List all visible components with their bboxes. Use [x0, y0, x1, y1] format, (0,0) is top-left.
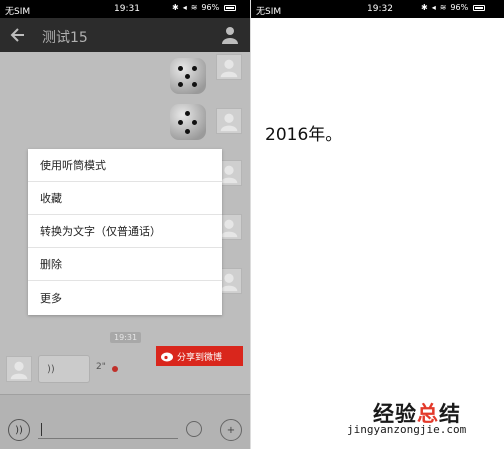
- chat-title: 测试15: [42, 30, 88, 46]
- status-icons: ✱ ◂ ≋ 96%: [421, 3, 486, 12]
- right-phone-screen: 无SIM 19:32 ✱ ◂ ≋ 96% 2016年。 经验总结 jingyan…: [250, 0, 504, 449]
- menu-item-delete[interactable]: 删除: [28, 248, 222, 281]
- chat-header: 测试15: [0, 18, 250, 52]
- battery-percent: 96%: [201, 3, 220, 12]
- message-input[interactable]: [38, 421, 178, 439]
- battery-icon: [473, 4, 486, 11]
- voice-toggle-icon[interactable]: )): [8, 419, 30, 441]
- input-bar: )) +: [0, 394, 250, 449]
- bluetooth-icon: ✱: [172, 3, 179, 12]
- wifi-icon: ≋: [190, 3, 198, 12]
- wifi-icon: ≋: [439, 3, 447, 12]
- bluetooth-icon: ✱: [421, 3, 428, 12]
- voice-duration: 2": [96, 362, 106, 372]
- status-bar: 无SIM 19:31 ✱ ◂ ≋ 96%: [0, 0, 250, 18]
- voice-message-bubble[interactable]: )): [38, 355, 90, 383]
- avatar[interactable]: [216, 54, 242, 80]
- status-time: 19:32: [367, 4, 393, 14]
- menu-item-convert-to-text[interactable]: 转换为文字（仅普通话）: [28, 215, 222, 248]
- watermark-url: jingyanzongjie.com: [347, 423, 467, 436]
- status-icons: ✱ ◂ ≋ 96%: [172, 3, 237, 12]
- context-menu: 使用听筒模式 收藏 转换为文字（仅普通话） 删除 更多: [28, 149, 222, 315]
- converted-text: 2016年。: [265, 125, 343, 145]
- mute-icon: ◂: [182, 3, 187, 12]
- unread-dot: [112, 366, 118, 372]
- dice-sticker[interactable]: [170, 58, 206, 94]
- avatar[interactable]: [216, 108, 242, 134]
- status-time: 19:31: [114, 4, 140, 14]
- message-timestamp: 19:31: [110, 332, 142, 343]
- profile-icon[interactable]: [222, 26, 238, 44]
- more-options-icon[interactable]: +: [220, 419, 242, 441]
- carrier-label: 无SIM: [5, 7, 31, 17]
- menu-item-more[interactable]: 更多: [28, 281, 222, 314]
- share-to-weibo-button[interactable]: 分享到微博: [156, 346, 243, 366]
- dice-sticker[interactable]: [170, 104, 206, 140]
- status-bar: 无SIM 19:32 ✱ ◂ ≋ 96%: [251, 0, 504, 18]
- share-to-weibo-label: 分享到微博: [177, 352, 223, 363]
- weibo-icon: [161, 352, 173, 362]
- menu-item-favorite[interactable]: 收藏: [28, 182, 222, 215]
- left-phone-screen: 无SIM 19:31 ✱ ◂ ≋ 96% 测试15 使用听筒模式 收藏 转换为文…: [0, 0, 250, 449]
- battery-percent: 96%: [450, 3, 469, 12]
- carrier-label: 无SIM: [256, 7, 282, 17]
- menu-item-earpiece-mode[interactable]: 使用听筒模式: [28, 149, 222, 182]
- voice-wave-icon: )): [47, 363, 55, 375]
- emoji-icon[interactable]: [186, 421, 202, 437]
- battery-icon: [224, 4, 237, 11]
- mute-icon: ◂: [431, 3, 436, 12]
- avatar[interactable]: [6, 356, 32, 382]
- back-arrow-icon[interactable]: [10, 25, 26, 45]
